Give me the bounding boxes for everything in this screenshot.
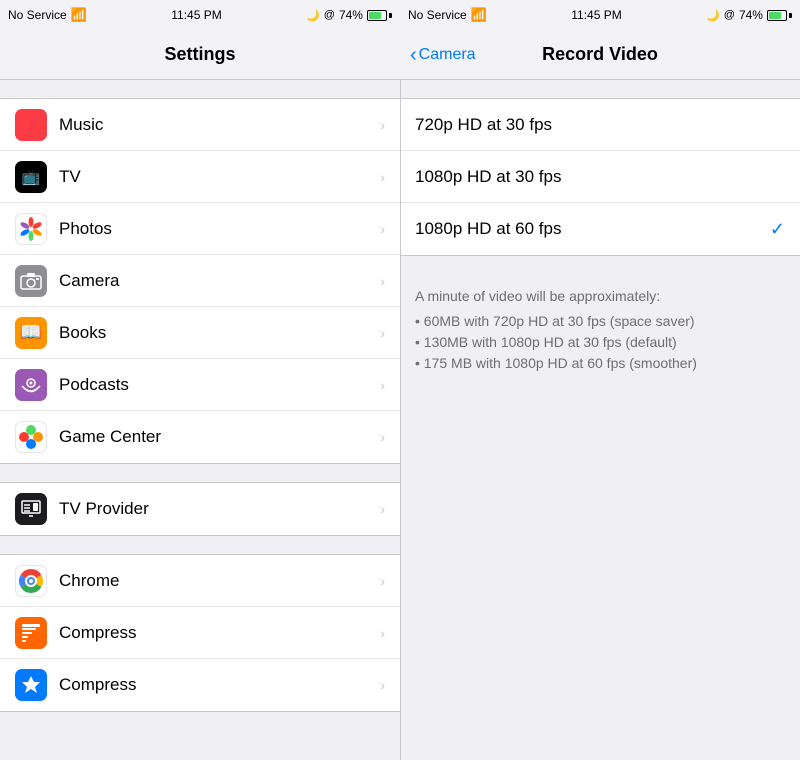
gamecenter-chevron-icon: ›	[380, 429, 385, 445]
photos-pinwheel-icon	[17, 215, 45, 243]
video-option-720p30-label: 720p HD at 30 fps	[415, 115, 785, 135]
camera-label: Camera	[59, 271, 372, 291]
settings-row-books[interactable]: 📖 Books ›	[0, 307, 400, 359]
record-video-title: Record Video	[542, 44, 658, 65]
carrier-left: No Service	[8, 8, 67, 22]
location-icon-right: @	[724, 9, 735, 21]
gamecenter-icon-svg	[17, 423, 45, 451]
left-panel: ♪ Music › 📺 TV ›	[0, 80, 400, 760]
checkmark-icon: ✓	[770, 219, 785, 240]
tv-chevron-icon: ›	[380, 169, 385, 185]
photos-chevron-icon: ›	[380, 221, 385, 237]
settings-title: Settings	[164, 44, 235, 65]
compress2-icon-svg	[20, 674, 42, 696]
battery-icon-right	[767, 10, 792, 21]
camera-app-icon	[15, 265, 47, 297]
compress1-icon-svg	[20, 622, 42, 644]
books-chevron-icon: ›	[380, 325, 385, 341]
books-label: Books	[59, 323, 372, 343]
battery-pct-left: 74%	[339, 8, 363, 22]
podcasts-app-icon	[15, 369, 47, 401]
right-panel: 720p HD at 30 fps 1080p HD at 30 fps 108…	[400, 80, 800, 760]
compress1-chevron-icon: ›	[380, 625, 385, 641]
tvprovider-icon-svg	[20, 498, 42, 520]
tv-icon-inner: 📺	[22, 168, 41, 186]
battery-pct-right: 74%	[739, 8, 763, 22]
video-info-item-1: • 60MB with 720p HD at 30 fps (space sav…	[415, 311, 785, 332]
time-left: 11:45 PM	[171, 8, 221, 22]
settings-row-compress2[interactable]: Compress ›	[0, 659, 400, 711]
settings-row-compress1[interactable]: Compress ›	[0, 607, 400, 659]
music-chevron-icon: ›	[380, 117, 385, 133]
moon-icon-left: 🌙	[306, 9, 320, 22]
status-bar-right: No Service 📶 11:45 PM 🌙 @ 74%	[400, 0, 800, 30]
tvprovider-settings-group: TV Provider ›	[0, 482, 400, 536]
settings-row-podcasts[interactable]: Podcasts ›	[0, 359, 400, 411]
video-option-1080p60[interactable]: 1080p HD at 60 fps ✓	[400, 203, 800, 255]
music-label: Music	[59, 115, 372, 135]
compress1-app-icon	[15, 617, 47, 649]
chrome-label: Chrome	[59, 571, 372, 591]
chrome-app-icon	[15, 565, 47, 597]
podcasts-chevron-icon: ›	[380, 377, 385, 393]
chrome-chevron-icon: ›	[380, 573, 385, 589]
settings-row-tv[interactable]: 📺 TV ›	[0, 151, 400, 203]
podcasts-icon-svg	[20, 374, 42, 396]
panel-divider	[400, 0, 401, 760]
wifi-icon-right: 📶	[471, 7, 487, 23]
tv-label: TV	[59, 167, 372, 187]
camera-icon-svg	[20, 272, 42, 290]
location-icon-left: @	[324, 9, 335, 21]
status-bar-left: No Service 📶 11:45 PM 🌙 @ 74%	[0, 0, 400, 30]
tvprovider-label: TV Provider	[59, 499, 372, 519]
camera-chevron-icon: ›	[380, 273, 385, 289]
compress2-label: Compress	[59, 675, 372, 695]
battery-icon-left	[367, 10, 392, 21]
back-label: Camera	[419, 46, 476, 64]
settings-row-photos[interactable]: Photos ›	[0, 203, 400, 255]
video-info-box: A minute of video will be approximately:…	[400, 274, 800, 386]
video-option-1080p60-label: 1080p HD at 60 fps	[415, 219, 770, 239]
chrome-icon-svg	[17, 567, 45, 595]
video-info-item-2: • 130MB with 1080p HD at 30 fps (default…	[415, 332, 785, 353]
moon-icon-right: 🌙	[706, 9, 720, 22]
video-options-group: 720p HD at 30 fps 1080p HD at 30 fps 108…	[400, 98, 800, 256]
settings-row-gamecenter[interactable]: Game Center ›	[0, 411, 400, 463]
back-arrow-icon: ‹	[410, 45, 417, 65]
music-note-icon: ♪	[26, 113, 36, 136]
compress2-app-icon	[15, 669, 47, 701]
podcasts-label: Podcasts	[59, 375, 372, 395]
tvprovider-app-icon	[15, 493, 47, 525]
tv-app-icon: 📺	[15, 161, 47, 193]
settings-row-chrome[interactable]: Chrome ›	[0, 555, 400, 607]
gamecenter-label: Game Center	[59, 427, 372, 447]
photos-app-icon	[15, 213, 47, 245]
settings-row-tvprovider[interactable]: TV Provider ›	[0, 483, 400, 535]
tvprovider-chevron-icon: ›	[380, 501, 385, 517]
photos-label: Photos	[59, 219, 372, 239]
video-option-1080p30-label: 1080p HD at 30 fps	[415, 167, 785, 187]
video-info-item-3: • 175 MB with 1080p HD at 60 fps (smooth…	[415, 353, 785, 374]
compress1-label: Compress	[59, 623, 372, 643]
back-button[interactable]: ‹ Camera	[410, 45, 476, 65]
nav-bar-right: ‹ Camera Record Video	[400, 30, 800, 80]
carrier-right: No Service	[408, 8, 467, 22]
gamecenter-app-icon	[15, 421, 47, 453]
video-option-1080p30[interactable]: 1080p HD at 30 fps	[400, 151, 800, 203]
settings-row-music[interactable]: ♪ Music ›	[0, 99, 400, 151]
wifi-icon-left: 📶	[71, 7, 87, 23]
video-option-720p30[interactable]: 720p HD at 30 fps	[400, 99, 800, 151]
settings-row-camera[interactable]: Camera ›	[0, 255, 400, 307]
music-app-icon: ♪	[15, 109, 47, 141]
time-right: 11:45 PM	[571, 8, 621, 22]
books-app-icon: 📖	[15, 317, 47, 349]
media-settings-group: ♪ Music › 📺 TV ›	[0, 98, 400, 464]
nav-bar-left: Settings	[0, 30, 400, 80]
books-icon-inner: 📖	[20, 322, 42, 343]
apps-settings-group: Chrome › Compress ›	[0, 554, 400, 712]
compress2-chevron-icon: ›	[380, 677, 385, 693]
video-info-title: A minute of video will be approximately:	[415, 286, 785, 307]
